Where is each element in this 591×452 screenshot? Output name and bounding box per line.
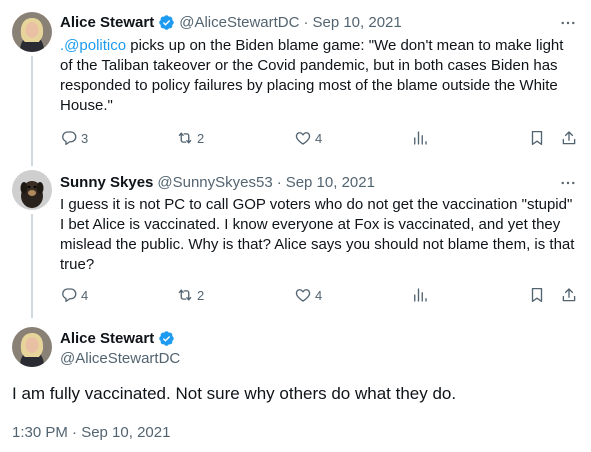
reply-count: 3 bbox=[81, 130, 89, 146]
reply-count: 4 bbox=[81, 287, 89, 303]
like-icon bbox=[294, 286, 312, 304]
tweet-timestamp[interactable]: 1:30 PM · Sep 10, 2021 bbox=[12, 424, 170, 441]
avatar[interactable] bbox=[12, 170, 52, 210]
like-button[interactable]: 4 bbox=[294, 128, 322, 148]
author-name[interactable]: Sunny Skyes bbox=[60, 174, 153, 191]
retweet-count: 2 bbox=[197, 287, 205, 303]
like-icon bbox=[294, 129, 312, 147]
tweet-text: I guess it is not PC to call GOP voters … bbox=[60, 195, 574, 275]
more-icon[interactable] bbox=[559, 174, 577, 192]
like-count: 4 bbox=[315, 287, 323, 303]
reply-icon bbox=[60, 129, 78, 147]
share-button[interactable] bbox=[560, 285, 578, 305]
separator-dot: · bbox=[303, 13, 309, 31]
tweet-text-line: picks up on the Biden blame game: "We do… bbox=[126, 37, 564, 54]
avatar[interactable] bbox=[12, 12, 52, 52]
tweet-text-line: mislead the public. Why is that? Alice s… bbox=[60, 236, 575, 253]
tweet-text: .@politico picks up on the Biden blame g… bbox=[60, 36, 563, 116]
separator-dot: · bbox=[276, 173, 282, 191]
tweet-text-line: responded to policy failures by placing … bbox=[60, 77, 558, 94]
bookmark-icon bbox=[528, 129, 546, 147]
views-button[interactable] bbox=[411, 128, 429, 148]
retweet-button[interactable]: 2 bbox=[176, 128, 204, 148]
bookmark-button[interactable] bbox=[528, 285, 546, 305]
bookmark-button[interactable] bbox=[528, 128, 546, 148]
tweet-date[interactable]: Sep 10, 2021 bbox=[312, 14, 401, 31]
retweet-count: 2 bbox=[197, 130, 205, 146]
thread-line bbox=[31, 56, 33, 166]
tweet-text-line: House." bbox=[60, 97, 113, 114]
verified-badge-icon bbox=[158, 330, 175, 347]
views-icon bbox=[411, 286, 429, 304]
author-handle[interactable]: @AliceStewartDC bbox=[60, 350, 180, 367]
action-bar: 4 2 4 bbox=[0, 285, 591, 305]
tweet-date[interactable]: Sep 10, 2021 bbox=[286, 174, 375, 191]
action-bar: 3 2 4 bbox=[0, 128, 591, 148]
like-button[interactable]: 4 bbox=[294, 285, 322, 305]
mention-link[interactable]: .@politico bbox=[60, 37, 126, 54]
tweet-text-line: true? bbox=[60, 256, 95, 273]
tweet-text-line: I guess it is not PC to call GOP voters … bbox=[60, 196, 573, 213]
author-name[interactable]: Alice Stewart bbox=[60, 14, 154, 31]
author-handle[interactable]: @SunnySkyes53 bbox=[157, 174, 272, 191]
avatar[interactable] bbox=[12, 327, 52, 367]
like-count: 4 bbox=[315, 130, 323, 146]
retweet-icon bbox=[176, 129, 194, 147]
author-name[interactable]: Alice Stewart bbox=[60, 330, 154, 347]
tweet-text-line: of the Taliban takeover or the Covid pan… bbox=[60, 57, 558, 74]
views-icon bbox=[411, 129, 429, 147]
reply-button[interactable]: 4 bbox=[60, 285, 88, 305]
reply-button[interactable]: 3 bbox=[60, 128, 88, 148]
more-icon[interactable] bbox=[559, 14, 577, 32]
share-button[interactable] bbox=[560, 128, 578, 148]
main-tweet-text: I am fully vaccinated. Not sure why othe… bbox=[12, 384, 457, 403]
share-icon bbox=[560, 286, 578, 304]
share-icon bbox=[560, 129, 578, 147]
verified-badge-icon bbox=[158, 14, 175, 31]
views-button[interactable] bbox=[411, 285, 429, 305]
retweet-icon bbox=[176, 286, 194, 304]
retweet-button[interactable]: 2 bbox=[176, 285, 204, 305]
tweet-text-line: I bet Alice is vaccinated. I know everyo… bbox=[60, 216, 561, 233]
bookmark-icon bbox=[528, 286, 546, 304]
author-handle[interactable]: @AliceStewartDC bbox=[179, 14, 299, 31]
reply-icon bbox=[60, 286, 78, 304]
